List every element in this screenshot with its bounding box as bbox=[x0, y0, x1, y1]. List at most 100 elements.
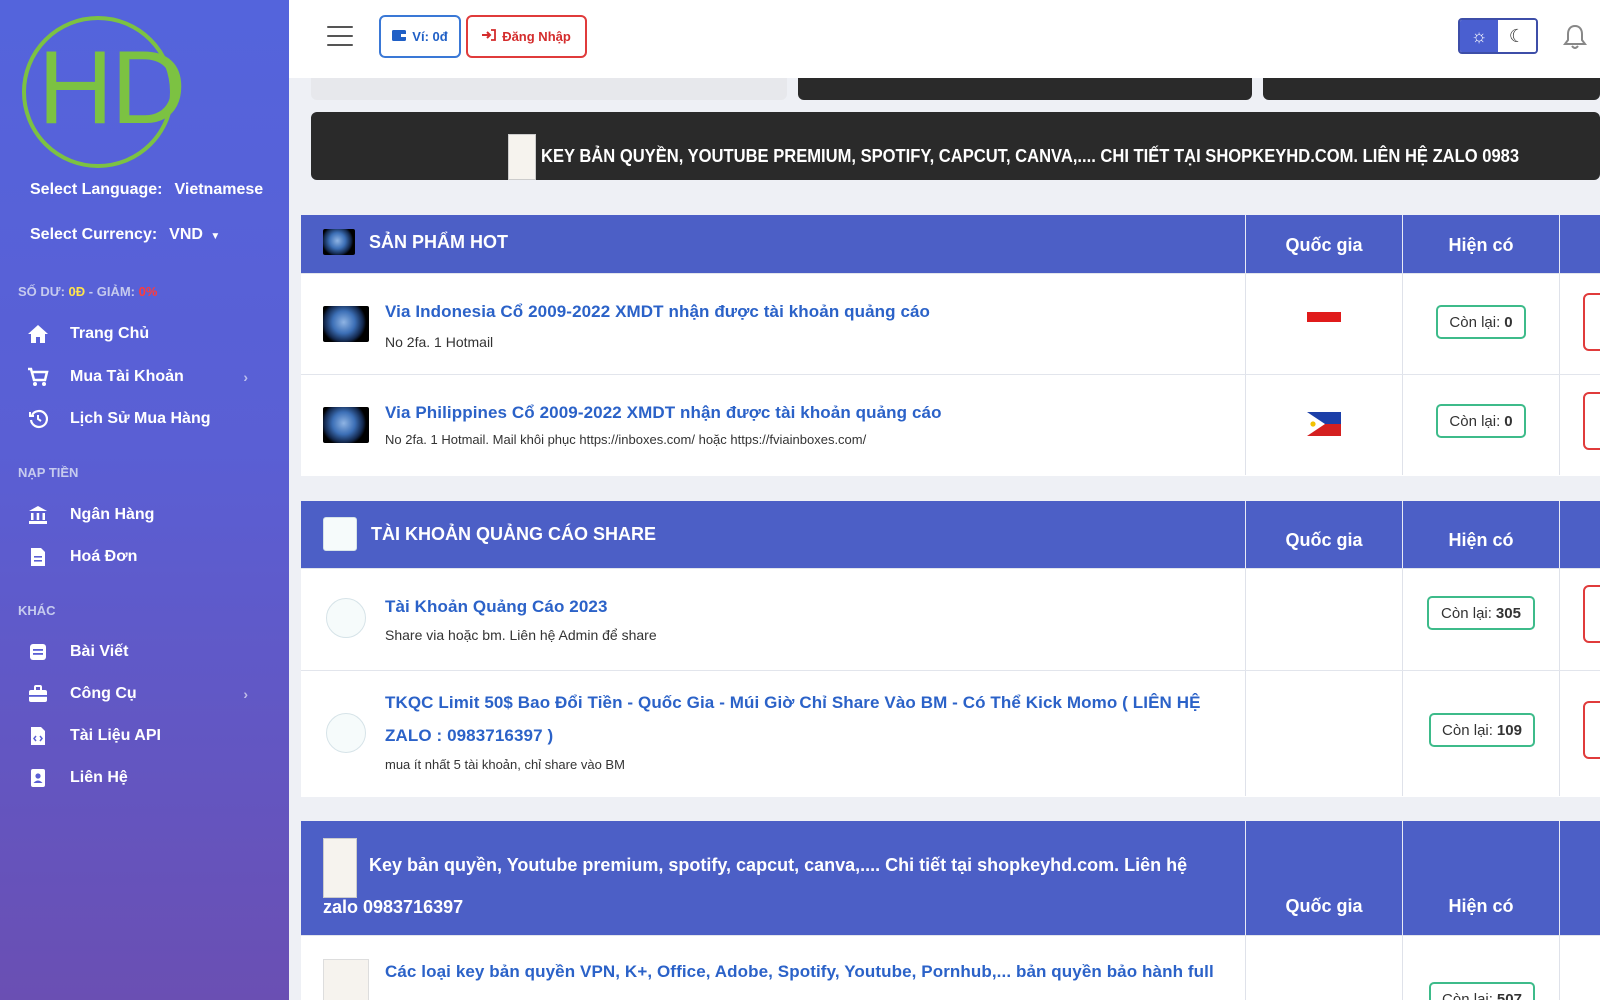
stock-value: 0 bbox=[1504, 412, 1513, 430]
table-row[interactable]: Tài Khoản Quảng Cáo 2023 Share via hoặc … bbox=[301, 568, 1600, 670]
table-title-text: Key bản quyền, Youtube premium, spotify,… bbox=[369, 855, 1188, 875]
topbar: Ví: 0đ Đăng Nhập ☼ ☾ bbox=[289, 0, 1600, 78]
product-subtitle: mua ít nhất 5 tài khoản, chỉ share vào B… bbox=[385, 757, 625, 772]
balance-value: 0Đ bbox=[68, 284, 86, 299]
table-title: SẢN PHẨM HOT bbox=[323, 229, 508, 255]
buy-button[interactable] bbox=[1583, 293, 1600, 351]
sidebar-item-tools[interactable]: Công Cụ › bbox=[26, 678, 258, 710]
column-header-stock: Hiện có bbox=[1448, 530, 1514, 550]
column-divider bbox=[1245, 274, 1246, 374]
category-icon bbox=[323, 229, 355, 255]
column-divider bbox=[1245, 569, 1246, 670]
product-thumbnail bbox=[323, 959, 369, 1000]
table-title-text: SẢN PHẨM HOT bbox=[369, 231, 508, 252]
buy-button[interactable] bbox=[1583, 392, 1600, 450]
column-divider bbox=[1245, 375, 1246, 475]
language-selector[interactable]: Select Language: Vietnamese bbox=[30, 181, 263, 199]
product-title[interactable]: Các loại key bản quyền VPN, K+, Office, … bbox=[385, 962, 1214, 982]
sidebar-item-label: Ngân Hàng bbox=[70, 506, 155, 523]
product-thumbnail bbox=[326, 598, 366, 638]
table-header: TÀI KHOẢN QUẢNG CÁO SHARE Quốc gia Hiện … bbox=[301, 501, 1600, 568]
sidebar-item-label: Lịch Sử Mua Hàng bbox=[70, 410, 211, 427]
column-divider bbox=[1245, 936, 1246, 1000]
column-divider bbox=[1402, 671, 1403, 796]
bell-icon[interactable] bbox=[1563, 24, 1587, 50]
moon-icon[interactable]: ☾ bbox=[1498, 20, 1536, 52]
chevron-right-icon: › bbox=[243, 686, 248, 702]
column-divider bbox=[1402, 936, 1403, 1000]
logo[interactable]: HD bbox=[38, 24, 186, 152]
balance-info: SỐ DƯ: 0Đ - GIẢM: 0% bbox=[18, 284, 157, 299]
sun-icon[interactable]: ☼ bbox=[1460, 20, 1498, 52]
sidebar-item-history[interactable]: Lịch Sử Mua Hàng bbox=[26, 403, 258, 435]
flag-indonesia-icon bbox=[1307, 312, 1341, 332]
stock-label: Còn lại: bbox=[1442, 721, 1493, 739]
sidebar-item-api-docs[interactable]: Tài Liệu API bbox=[26, 720, 258, 752]
stock-label: Còn lại: bbox=[1449, 412, 1501, 430]
currency-label: Select Currency: bbox=[30, 226, 158, 243]
sidebar-item-invoice[interactable]: Hoá Đơn bbox=[26, 541, 258, 573]
buy-button[interactable] bbox=[1583, 701, 1600, 759]
wallet-button[interactable]: Ví: 0đ bbox=[379, 15, 461, 58]
column-divider bbox=[1559, 569, 1560, 670]
history-icon bbox=[26, 407, 50, 431]
sidebar-item-buy-account[interactable]: Mua Tài Khoản › bbox=[26, 361, 258, 393]
table-row[interactable]: Các loại key bản quyền VPN, K+, Office, … bbox=[301, 935, 1600, 1000]
language-label: Select Language: bbox=[30, 181, 163, 198]
product-table-hot: SẢN PHẨM HOT Quốc gia Hiện có Via Indone… bbox=[301, 215, 1600, 476]
product-title[interactable]: Via Indonesia Cổ 2009-2022 XMDT nhận đượ… bbox=[385, 302, 930, 322]
theme-toggle[interactable]: ☼ ☾ bbox=[1458, 18, 1538, 54]
column-header-country: Quốc gia bbox=[1285, 235, 1363, 255]
sidebar-item-bank[interactable]: Ngân Hàng bbox=[26, 499, 258, 531]
sidebar-item-contact[interactable]: Liên Hệ bbox=[26, 762, 258, 794]
column-divider bbox=[1245, 501, 1246, 568]
column-header-country: Quốc gia bbox=[1285, 896, 1363, 916]
buy-button[interactable] bbox=[1583, 585, 1600, 643]
product-thumbnail bbox=[326, 713, 366, 753]
product-table-keys: Key bản quyền, Youtube premium, spotify,… bbox=[301, 821, 1600, 1000]
column-divider bbox=[1559, 274, 1560, 374]
column-divider bbox=[1402, 821, 1403, 935]
product-subtitle: Share via hoặc bm. Liên hệ Admin để shar… bbox=[385, 627, 657, 643]
bank-icon bbox=[26, 503, 50, 527]
stock-badge: Còn lại: 305 bbox=[1427, 596, 1535, 630]
stock-value: 507 bbox=[1496, 990, 1522, 1000]
product-title[interactable]: Via Philippines Cổ 2009-2022 XMDT nhận đ… bbox=[385, 403, 942, 423]
column-divider bbox=[1402, 501, 1403, 568]
table-title: TÀI KHOẢN QUẢNG CÁO SHARE bbox=[323, 517, 656, 551]
promo-banner[interactable]: KEY BẢN QUYỀN, YOUTUBE PREMIUM, SPOTIFY,… bbox=[311, 112, 1600, 180]
banner-thumbnail bbox=[508, 134, 536, 180]
menu-toggle-icon[interactable] bbox=[327, 26, 353, 46]
table-row[interactable]: TKQC Limit 50$ Bao Đổi Tiền - Quốc Gia -… bbox=[301, 670, 1600, 796]
product-thumbnail bbox=[323, 407, 369, 443]
sidebar-item-label: Tài Liệu API bbox=[70, 727, 161, 744]
product-subtitle: No 2fa. 1 Hotmail. Mail khôi phục https:… bbox=[385, 432, 867, 447]
stock-badge: Còn lại: 109 bbox=[1429, 713, 1535, 747]
stock-badge: Còn lại: 0 bbox=[1436, 404, 1526, 438]
product-title[interactable]: TKQC Limit 50$ Bao Đổi Tiền - Quốc Gia -… bbox=[385, 693, 1201, 713]
stock-label: Còn lại: bbox=[1449, 313, 1501, 331]
sidebar-item-home[interactable]: Trang Chủ bbox=[26, 318, 258, 350]
sidebar-item-posts[interactable]: Bài Viết bbox=[26, 636, 258, 668]
currency-value[interactable]: VND bbox=[169, 226, 203, 243]
column-divider bbox=[1245, 215, 1246, 273]
login-button[interactable]: Đăng Nhập bbox=[466, 15, 587, 58]
partial-card bbox=[311, 78, 787, 100]
login-label: Đăng Nhập bbox=[502, 29, 571, 44]
language-value[interactable]: Vietnamese bbox=[174, 181, 263, 198]
table-header: Key bản quyền, Youtube premium, spotify,… bbox=[301, 821, 1600, 935]
stock-value: 0 bbox=[1504, 313, 1513, 331]
product-title[interactable]: Tài Khoản Quảng Cáo 2023 bbox=[385, 597, 608, 617]
product-title-line2[interactable]: ZALO : 0983716397 ) bbox=[385, 726, 553, 746]
table-row[interactable]: Via Philippines Cổ 2009-2022 XMDT nhận đ… bbox=[301, 374, 1600, 475]
currency-selector[interactable]: Select Currency: VND ▼ bbox=[30, 226, 220, 244]
column-header-stock: Hiện có bbox=[1448, 235, 1514, 255]
contact-card-icon bbox=[26, 766, 50, 790]
caret-down-icon: ▼ bbox=[210, 231, 221, 242]
wallet-icon bbox=[392, 29, 407, 44]
balance-label: SỐ DƯ: bbox=[18, 284, 65, 299]
table-row[interactable]: Via Indonesia Cổ 2009-2022 XMDT nhận đượ… bbox=[301, 273, 1600, 374]
chevron-right-icon: › bbox=[243, 369, 248, 385]
sidebar-item-label: Trang Chủ bbox=[70, 325, 150, 342]
sidebar-item-label: Hoá Đơn bbox=[70, 548, 138, 565]
